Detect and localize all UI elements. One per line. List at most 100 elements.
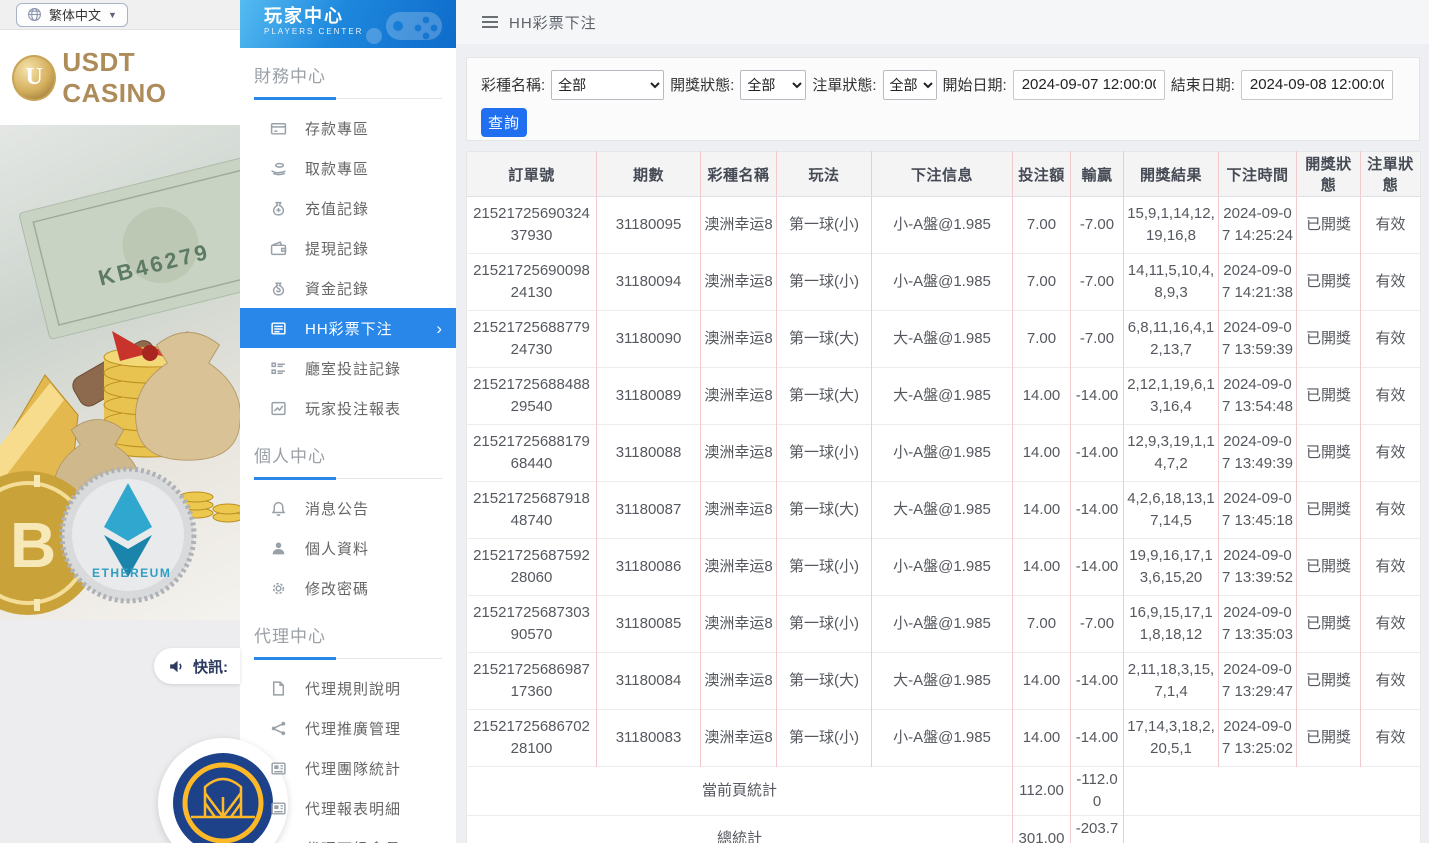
sidebar-item-label: 廳室投註記錄 (305, 358, 401, 379)
table-cell: 小-A盤@1.985 (872, 197, 1013, 254)
sidebar-item-label: 玩家投注報表 (305, 398, 401, 419)
bell-icon (270, 500, 287, 517)
promo-banner: KB46279 (0, 125, 240, 620)
table-row: 215217256867022810031180083澳洲幸运8第一球(小)小-… (467, 710, 1421, 767)
sidebar-sections: 財務中心存款專區取款專區充值記錄提現記錄資金記錄 HH彩票下注 › 廳室投註記錄玩家投… (240, 48, 456, 843)
sidebar-item-withdraw-area[interactable]: 取款專區 (240, 148, 456, 188)
speaker-icon (168, 658, 185, 675)
table-cell: 31180083 (597, 710, 701, 767)
dollar-bill: KB46279 (19, 150, 240, 339)
table-cell: 大-A盤@1.985 (872, 653, 1013, 710)
table-cell: 31180088 (597, 425, 701, 482)
table-cell: 7.00 (1013, 254, 1071, 311)
table-row: 215217256881796844031180088澳洲幸运8第一球(小)小-… (467, 425, 1421, 482)
sidebar-item-agent-promotion[interactable]: 代理推廣管理 (240, 708, 456, 748)
table-cell: 大-A盤@1.985 (872, 311, 1013, 368)
sidebar-item-label: 存款專區 (305, 118, 369, 139)
table-row: 215217256900982413031180094澳洲幸运8第一球(小)小-… (467, 254, 1421, 311)
lottery-name-select[interactable]: 全部 (551, 70, 664, 100)
table-cell: 小-A盤@1.985 (872, 254, 1013, 311)
language-selector[interactable]: 繁体中文 ▼ (16, 3, 128, 27)
table-cell: 31180094 (597, 254, 701, 311)
table-cell: 已開獎 (1297, 197, 1361, 254)
sidebar-item-deposit-area[interactable]: 存款專區 (240, 108, 456, 148)
table-cell: 有效 (1361, 482, 1421, 539)
table-cell: 大-A盤@1.985 (872, 368, 1013, 425)
draw-status-select[interactable]: 全部 (740, 70, 806, 100)
table-cell: 31180086 (597, 539, 701, 596)
sidebar-item-agent-team-stats[interactable]: 代理團隊統計 (240, 748, 456, 788)
main-content: HH彩票下注 彩種名稱: 全部 開獎狀態: 全部 注單狀態: 全部 開始日期: … (456, 0, 1429, 843)
table-row: 215217256869871736031180084澳洲幸运8第一球(大)大-… (467, 653, 1421, 710)
table-cell: 14,11,5,10,4,8,9,3 (1124, 254, 1219, 311)
sidebar-item-profile[interactable]: 個人資料 (240, 528, 456, 568)
table-cell: 14.00 (1013, 539, 1071, 596)
end-date-label: 結束日期: (1171, 74, 1235, 95)
order-status-select[interactable]: 全部 (883, 70, 937, 100)
table-cell: 7.00 (1013, 197, 1071, 254)
brand-name: USDT CASINO (62, 47, 240, 109)
sidebar-item-player-bet-report[interactable]: 玩家投注報表 (240, 388, 456, 428)
table-cell: 31180087 (597, 482, 701, 539)
table-cell: 2152172568877924730 (467, 311, 597, 368)
sidebar-item-label: 提現記錄 (305, 238, 369, 259)
table-cell: 第一球(小) (777, 539, 872, 596)
table-cell: 14.00 (1013, 482, 1071, 539)
table-cell: 第一球(大) (777, 368, 872, 425)
table-cell: 已開獎 (1297, 653, 1361, 710)
search-button[interactable]: 查詢 (481, 108, 527, 137)
sidebar-item-recharge-record[interactable]: 充值記錄 (240, 188, 456, 228)
sidebar-item-announcements[interactable]: 消息公告 (240, 488, 456, 528)
summary-win-total: -203.72 (1071, 815, 1124, 843)
table-cell: 2152172568730390570 (467, 596, 597, 653)
table-cell: 有效 (1361, 710, 1421, 767)
table-cell: 2152172568848829540 (467, 368, 597, 425)
brand-logo[interactable]: U USDT CASINO (0, 30, 240, 125)
table-body: 215217256903243793031180095澳洲幸运8第一球(小)小-… (467, 197, 1421, 843)
sidebar-item-change-password[interactable]: 修改密碼 (240, 568, 456, 608)
table-cell: 小-A盤@1.985 (872, 539, 1013, 596)
menu-toggle-icon[interactable] (482, 16, 498, 28)
topbar: HH彩票下注 (456, 0, 1429, 44)
table-cell: 14.00 (1013, 368, 1071, 425)
sidebar-item-agent-report[interactable]: 代理報表明細 (240, 788, 456, 828)
end-date-input[interactable] (1241, 70, 1393, 100)
column-header: 投注額 (1013, 152, 1071, 197)
table-cell: 已開獎 (1297, 425, 1361, 482)
bets-table: 訂單號期數彩種名稱玩法下注信息投注額輸贏開獎結果下注時間開獎狀態注單狀態 215… (466, 151, 1421, 843)
table-cell: 2024-09-07 14:21:38 (1219, 254, 1297, 311)
table-cell: -7.00 (1071, 197, 1124, 254)
table-row: 215217256903243793031180095澳洲幸运8第一球(小)小-… (467, 197, 1421, 254)
news-ticker[interactable]: 快訊: (154, 648, 240, 684)
summary-label: 總統計 (467, 815, 1013, 843)
section-divider (254, 476, 442, 479)
table-header-row: 訂單號期數彩種名稱玩法下注信息投注額輸贏開獎結果下注時間開獎狀態注單狀態 (467, 152, 1421, 197)
table-cell: 2152172568791848740 (467, 482, 597, 539)
sidebar-item-room-bet-record[interactable]: 廳室投註記錄 (240, 348, 456, 388)
table-cell: 澳洲幸运8 (701, 425, 777, 482)
table-cell: 第一球(大) (777, 653, 872, 710)
table-cell: 已開獎 (1297, 368, 1361, 425)
casino-emblem-icon: U (12, 55, 56, 101)
chevron-right-icon: › (436, 320, 442, 337)
sidebar-item-label: HH彩票下注 (305, 318, 393, 339)
section-title: 財務中心 (254, 62, 442, 96)
section-title: 個人中心 (254, 442, 442, 476)
table-cell: 已開獎 (1297, 596, 1361, 653)
start-date-input[interactable] (1013, 70, 1165, 100)
sidebar-item-funds-record[interactable]: 資金記錄 (240, 268, 456, 308)
sidebar-item-agent-rules[interactable]: 代理規則說明 (240, 668, 456, 708)
table-cell: -7.00 (1071, 596, 1124, 653)
table-cell: 有效 (1361, 311, 1421, 368)
table-cell: 2152172568759228060 (467, 539, 597, 596)
table-cell: 2024-09-07 13:29:47 (1219, 653, 1297, 710)
table-cell: 7.00 (1013, 596, 1071, 653)
table-cell: 澳洲幸运8 (701, 311, 777, 368)
sidebar-item-hh-lottery-bet[interactable]: HH彩票下注 › (240, 308, 456, 348)
sidebar-item-agent-members[interactable]: 代理下級會員 (240, 828, 456, 843)
share-icon (270, 720, 287, 737)
table-cell: 澳洲幸运8 (701, 368, 777, 425)
globe-icon (27, 7, 42, 22)
sidebar-item-withdraw-record[interactable]: 提現記錄 (240, 228, 456, 268)
table-cell: 2152172568698717360 (467, 653, 597, 710)
